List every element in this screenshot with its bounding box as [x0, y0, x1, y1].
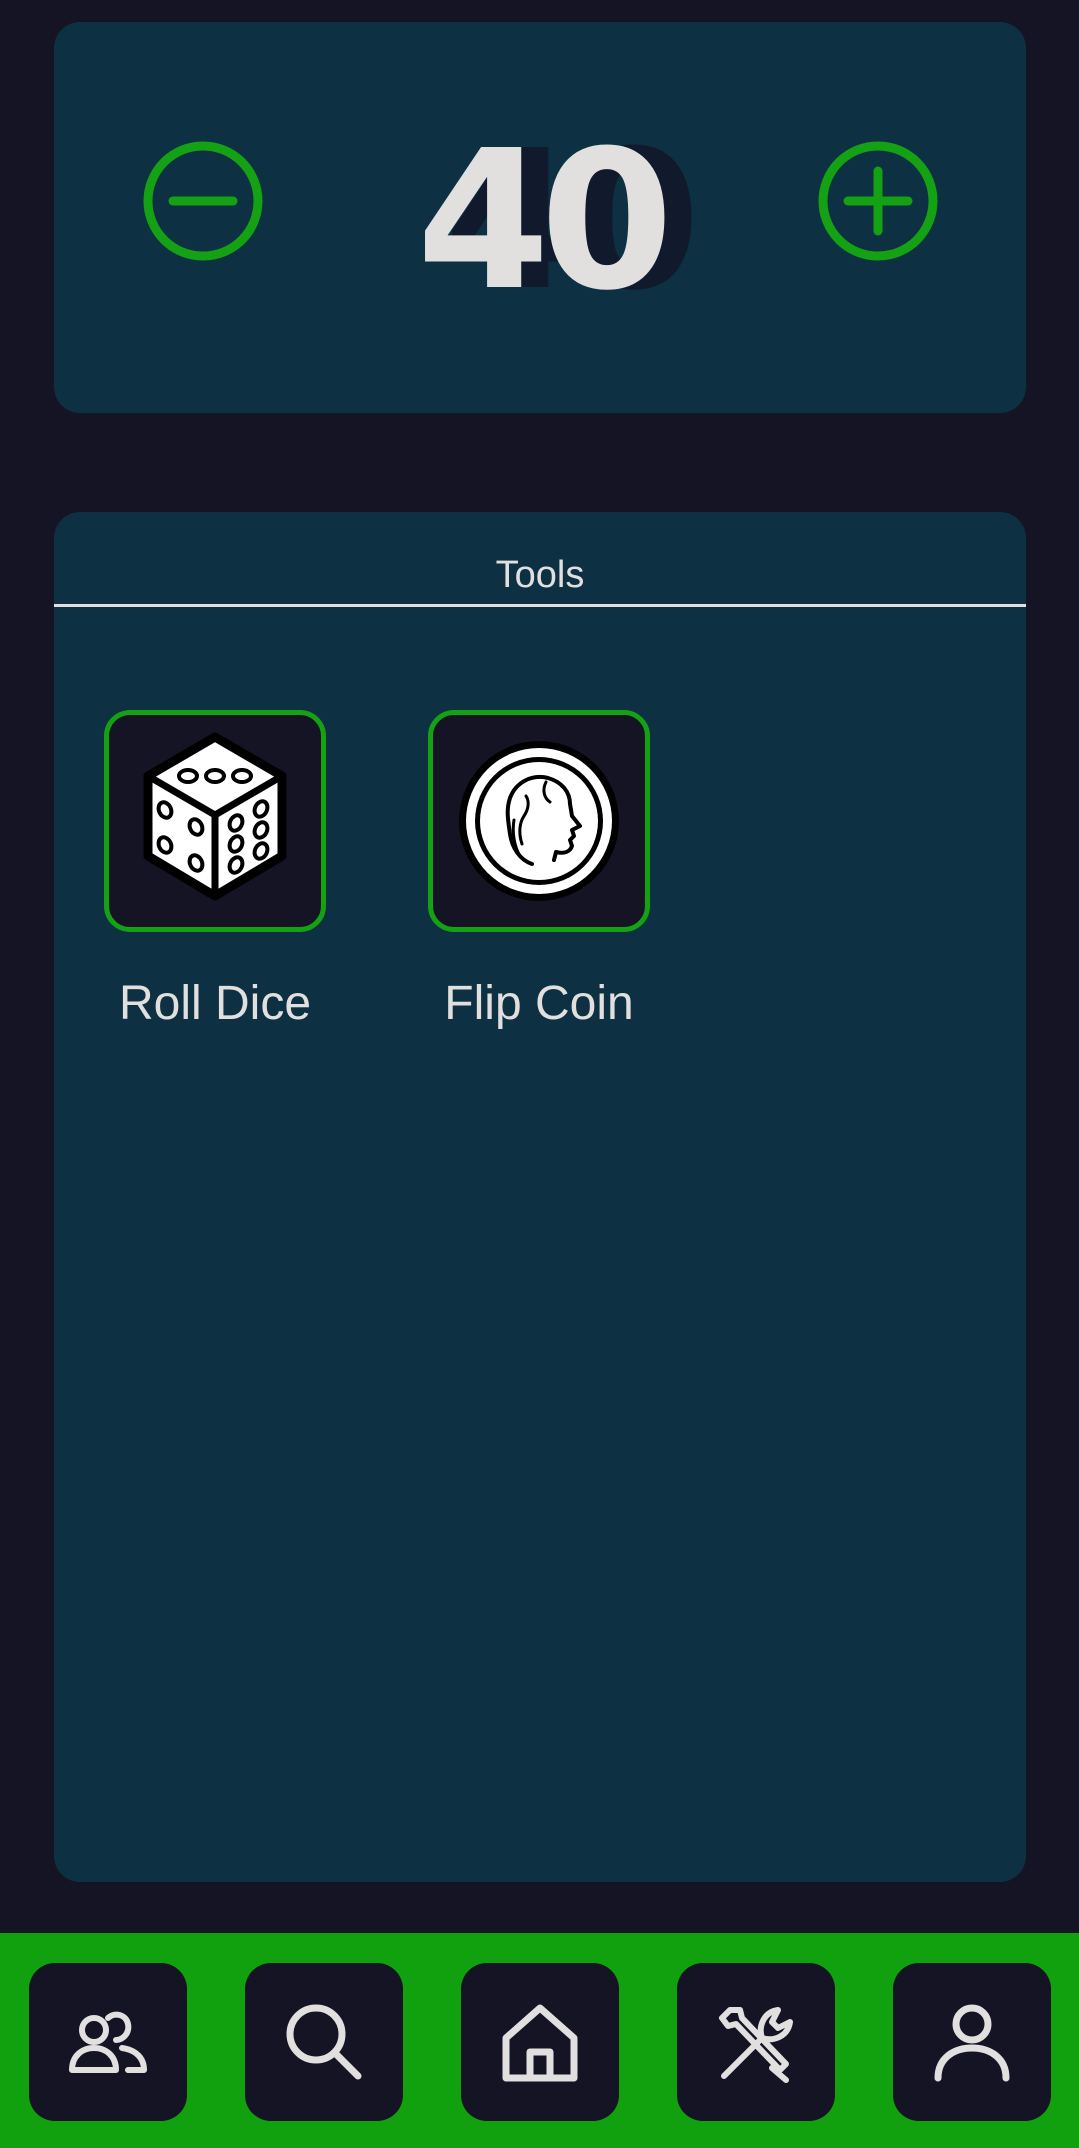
- tools-panel: Tools Roll Dice Flip Coin: [54, 512, 1026, 1882]
- user-icon: [934, 2004, 1010, 2082]
- tools-icon: [719, 2007, 793, 2083]
- roll-dice-button[interactable]: [104, 710, 326, 932]
- nav-home-button[interactable]: [461, 1963, 619, 2121]
- nav-tools-button[interactable]: [677, 1963, 835, 2121]
- flip-coin-label: Flip Coin: [444, 977, 634, 1030]
- dice-icon: [143, 732, 287, 901]
- life-counter-card: 40 40: [54, 22, 1026, 413]
- nav-search-button[interactable]: [245, 1963, 403, 2121]
- plus-circle-icon: [818, 141, 938, 261]
- coin-icon: [459, 741, 619, 901]
- increment-button[interactable]: [817, 140, 939, 262]
- nav-players-button[interactable]: [29, 1963, 187, 2121]
- divider: [54, 604, 1026, 607]
- users-icon: [69, 2011, 147, 2073]
- tools-title: Tools: [495, 554, 585, 596]
- nav-profile-button[interactable]: [893, 1963, 1051, 2121]
- roll-dice-tool[interactable]: Roll Dice: [104, 710, 326, 1031]
- home-icon: [502, 2004, 578, 2082]
- roll-dice-label: Roll Dice: [118, 977, 312, 1030]
- flip-coin-button[interactable]: [428, 710, 650, 932]
- bottom-navigation: [0, 1933, 1079, 2148]
- flip-coin-tool[interactable]: Flip Coin: [428, 710, 650, 1031]
- search-icon: [286, 2004, 362, 2080]
